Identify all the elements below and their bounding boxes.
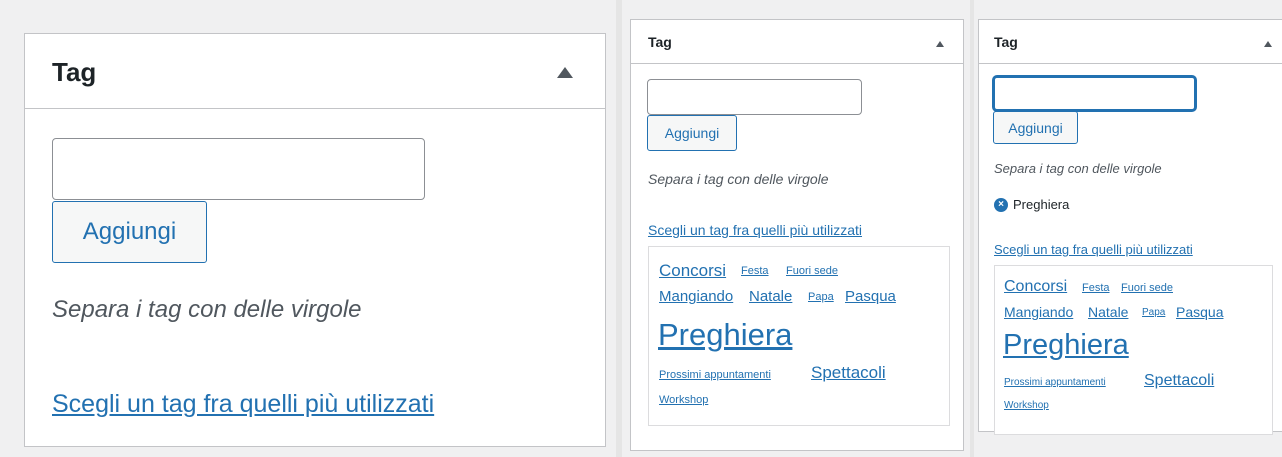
remove-tag-icon[interactable]: × [994, 197, 1008, 212]
panel-title: Tag [648, 34, 672, 50]
tag-cloud-link[interactable]: Papa [808, 292, 834, 303]
tag-input[interactable] [993, 76, 1196, 111]
collapse-arrow-icon[interactable] [1264, 41, 1272, 47]
tag-cloud-link[interactable]: Preghiera [658, 319, 792, 350]
panel-title: Tag [994, 34, 1018, 50]
tags-panel-large: Tag Aggiungi Separa i tag con delle virg… [24, 33, 606, 447]
panel-header[interactable]: Tag [631, 20, 963, 64]
choose-popular-tags-link[interactable]: Scegli un tag fra quelli più utilizzati [994, 242, 1193, 257]
tag-cloud-link[interactable]: Preghiera [1003, 331, 1129, 360]
panel-header[interactable]: Tag [25, 34, 605, 109]
add-tag-button[interactable]: Aggiungi [52, 201, 207, 263]
tag-cloud-link[interactable]: Natale [749, 289, 792, 304]
tag-input[interactable] [52, 138, 425, 200]
tag-cloud-link[interactable]: Festa [1082, 283, 1110, 294]
tag-cloud-link[interactable]: Papa [1142, 308, 1165, 318]
tag-cloud-link[interactable]: Fuori sede [1121, 283, 1173, 294]
collapse-arrow-icon[interactable] [936, 41, 944, 47]
tag-cloud-link[interactable]: Festa [741, 266, 769, 277]
tag-cloud-link[interactable]: Natale [1088, 305, 1128, 319]
tags-panel-with-chosen-tag: Tag Aggiungi Separa i tag con delle virg… [978, 19, 1282, 435]
tag-cloud: Concorsi Festa Fuori sede Mangiando Nata… [648, 246, 950, 426]
add-tag-button[interactable]: Aggiungi [993, 111, 1078, 144]
add-tag-button-label: Aggiungi [664, 125, 720, 141]
tags-panel-collapsed-cloud: Tag Aggiungi Separa i tag con delle virg… [630, 19, 964, 451]
collapse-arrow-icon[interactable] [557, 67, 573, 78]
tag-separator-hint: Separa i tag con delle virgole [648, 171, 829, 187]
choose-popular-tags-link[interactable]: Scegli un tag fra quelli più utilizzati [52, 390, 434, 419]
tag-separator-hint: Separa i tag con delle virgole [52, 296, 362, 323]
tag-cloud-link[interactable]: Concorsi [659, 262, 726, 279]
add-tag-button-label: Aggiungi [1008, 119, 1063, 136]
tag-cloud-link[interactable]: Pasqua [845, 289, 896, 304]
add-tag-button-label: Aggiungi [82, 218, 177, 245]
chosen-tag: × Preghiera [994, 197, 1069, 212]
tag-separator-hint: Separa i tag con delle virgole [994, 161, 1162, 176]
tag-cloud-link[interactable]: Spettacoli [1144, 373, 1214, 389]
tag-cloud-link[interactable]: Mangiando [1004, 305, 1073, 319]
panel-header[interactable]: Tag [979, 20, 1282, 64]
choose-popular-tags-link[interactable]: Scegli un tag fra quelli più utilizzati [648, 222, 862, 238]
panel-title: Tag [52, 57, 97, 87]
tag-cloud-link[interactable]: Fuori sede [786, 266, 838, 277]
tag-cloud-link[interactable]: Workshop [1004, 401, 1049, 411]
divider-strip [616, 0, 622, 457]
divider-strip [970, 0, 974, 457]
tag-cloud-link[interactable]: Concorsi [1004, 279, 1067, 295]
tag-cloud-link[interactable]: Mangiando [659, 289, 733, 304]
tag-cloud-link[interactable]: Spettacoli [811, 364, 886, 381]
tag-cloud-link[interactable]: Pasqua [1176, 305, 1223, 319]
tag-input[interactable] [647, 79, 862, 115]
tag-cloud-link[interactable]: Workshop [659, 395, 708, 406]
add-tag-button[interactable]: Aggiungi [647, 115, 737, 151]
tag-cloud-link[interactable]: Prossimi appuntamenti [1004, 378, 1106, 388]
tag-cloud-link[interactable]: Prossimi appuntamenti [659, 370, 771, 381]
tag-cloud: Concorsi Festa Fuori sede Mangiando Nata… [994, 265, 1273, 435]
chosen-tag-label: Preghiera [1013, 197, 1070, 212]
